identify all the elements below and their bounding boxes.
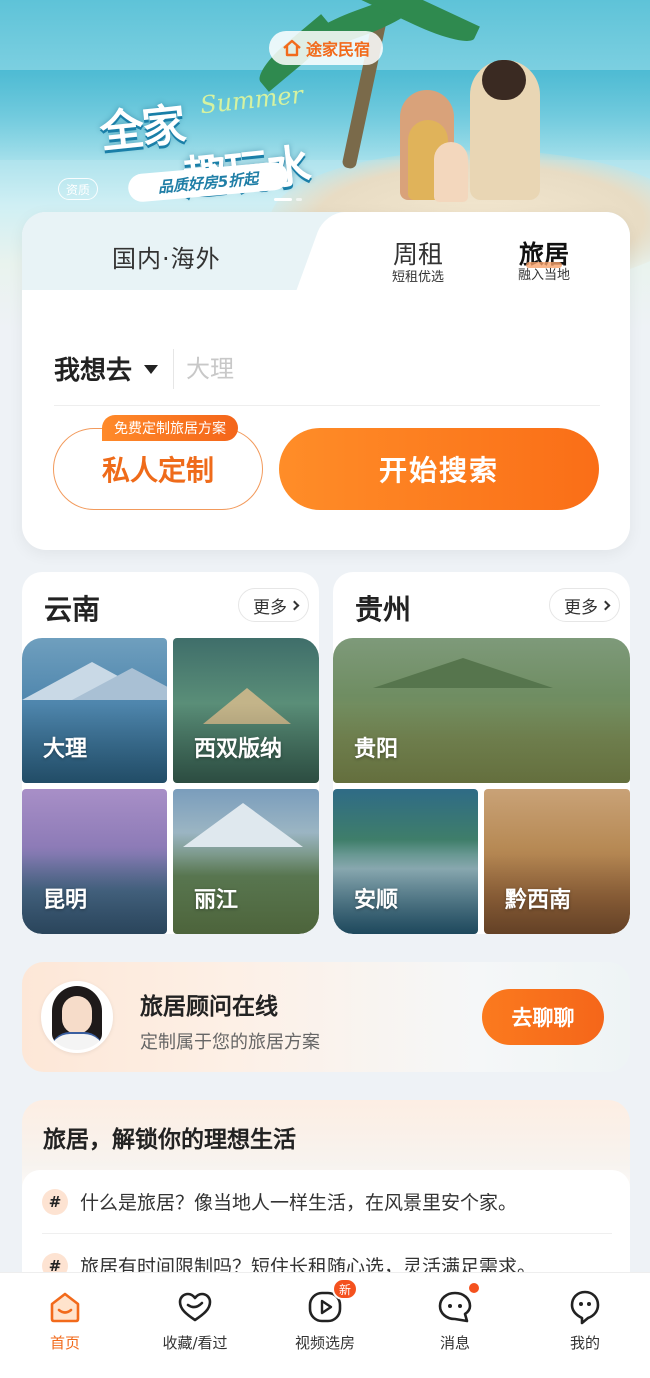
unread-dot	[469, 1283, 479, 1293]
chevron-right-icon	[600, 600, 611, 610]
city-tile-dali[interactable]: 大理	[22, 638, 167, 783]
region-title: 云南	[44, 593, 101, 626]
tab-sojourn-sub: 融入当地	[518, 268, 571, 283]
family-photo	[400, 60, 560, 210]
dropdown-caret-icon[interactable]	[144, 365, 159, 374]
carousel-dot-active	[274, 198, 292, 201]
region-header: 贵州 更多	[333, 572, 630, 638]
chat-button[interactable]: 去聊聊	[482, 989, 604, 1045]
tab-home[interactable]: 首页	[0, 1273, 130, 1378]
city-label: 丽江	[194, 888, 239, 913]
home-icon	[50, 1292, 80, 1323]
banner-title-line1: 全家	[97, 99, 187, 159]
region-title: 贵州	[355, 593, 412, 626]
city-tile-lijiang[interactable]: 丽江	[173, 789, 319, 934]
destination-row: 我想去	[54, 332, 600, 406]
tab-active-underline	[526, 262, 562, 268]
tab-weekly-rental-sub: 短租优选	[392, 270, 445, 285]
bottom-tab-bar: 首页 收藏/看过 视频选房 新 消息 我的	[0, 1272, 650, 1378]
region-card-yunnan: 云南 更多 大理 西双版纳 昆明 丽江	[22, 572, 319, 934]
divider	[173, 348, 175, 389]
tab-weekly-rental[interactable]: 周租 短租优选	[392, 240, 444, 285]
tab-label: 我的	[569, 1334, 600, 1352]
region-header: 云南 更多	[22, 572, 319, 638]
home-logo-icon	[283, 39, 301, 57]
heart-icon	[178, 1292, 212, 1322]
city-tile-xishuangbanna[interactable]: 西双版纳	[173, 638, 319, 783]
new-badge: 新	[332, 1278, 358, 1300]
city-label: 大理	[43, 737, 88, 762]
advisor-title: 旅居顾问在线	[140, 994, 278, 1020]
tab-label: 首页	[49, 1334, 80, 1352]
tab-domestic-overseas-label: 国内·海外	[112, 245, 221, 273]
advisor-avatar	[41, 981, 113, 1053]
more-button[interactable]: 更多	[549, 588, 620, 622]
city-tile-guiyang[interactable]: 贵阳	[333, 638, 630, 783]
more-label: 更多	[564, 597, 598, 618]
search-card: 国内·海外 周租 短租优选 旅居 融入当地 我想去 私人定制 免费定制旅居方案 …	[22, 212, 630, 550]
tab-sojourn[interactable]: 旅居 融入当地	[518, 240, 570, 283]
advisor-card[interactable]: 旅居顾问在线 定制属于您的旅居方案 去聊聊	[22, 962, 630, 1072]
hashtag-icon: #	[42, 1188, 68, 1215]
city-tile-qianxinan[interactable]: 黔西南	[484, 789, 630, 934]
free-custom-tag: 免费定制旅居方案	[102, 415, 238, 441]
tab-video[interactable]: 视频选房 新	[260, 1273, 390, 1378]
tab-label: 收藏/看过	[162, 1334, 228, 1352]
faq-question: 什么是旅居？像当地人一样生活，在风景里安个家。	[80, 1192, 518, 1214]
carousel-dot	[296, 198, 302, 201]
qualification-badge[interactable]: 资质	[58, 178, 98, 200]
advisor-subtitle: 定制属于您的旅居方案	[140, 1032, 320, 1053]
more-button[interactable]: 更多	[238, 588, 309, 622]
destination-input[interactable]	[186, 354, 487, 383]
region-card-guizhou: 贵州 更多 贵阳 安顺 黔西南	[333, 572, 630, 934]
brand-name: 途家民宿	[305, 40, 370, 59]
city-tile-kunming[interactable]: 昆明	[22, 789, 167, 934]
start-search-button[interactable]: 开始搜索	[279, 428, 599, 510]
tab-profile[interactable]: 我的	[520, 1273, 650, 1378]
chevron-right-icon	[289, 600, 300, 610]
faq-title: 旅居，解锁你的理想生活	[43, 1127, 296, 1153]
city-label: 安顺	[354, 888, 399, 913]
destination-label[interactable]: 我想去	[54, 350, 132, 387]
more-label: 更多	[253, 597, 287, 618]
carousel-indicator	[274, 198, 302, 201]
tab-label: 消息	[439, 1334, 470, 1352]
city-label: 贵阳	[354, 737, 399, 762]
profile-icon	[570, 1290, 600, 1325]
faq-item[interactable]: # 什么是旅居？像当地人一样生活，在风景里安个家。	[42, 1170, 612, 1234]
tab-messages[interactable]: 消息	[390, 1273, 520, 1378]
tab-favorites[interactable]: 收藏/看过	[130, 1273, 260, 1378]
tab-active-background	[340, 212, 630, 294]
city-label: 西双版纳	[194, 737, 283, 762]
brand-logo: 途家民宿	[269, 31, 383, 65]
city-label: 昆明	[43, 888, 88, 913]
search-tabs: 国内·海外 周租 短租优选 旅居 融入当地	[22, 212, 630, 294]
city-tile-anshun[interactable]: 安顺	[333, 789, 478, 934]
tab-weekly-rental-title: 周租	[393, 240, 444, 269]
city-label: 黔西南	[505, 888, 572, 913]
tab-label: 视频选房	[294, 1334, 355, 1352]
message-icon	[438, 1291, 472, 1323]
